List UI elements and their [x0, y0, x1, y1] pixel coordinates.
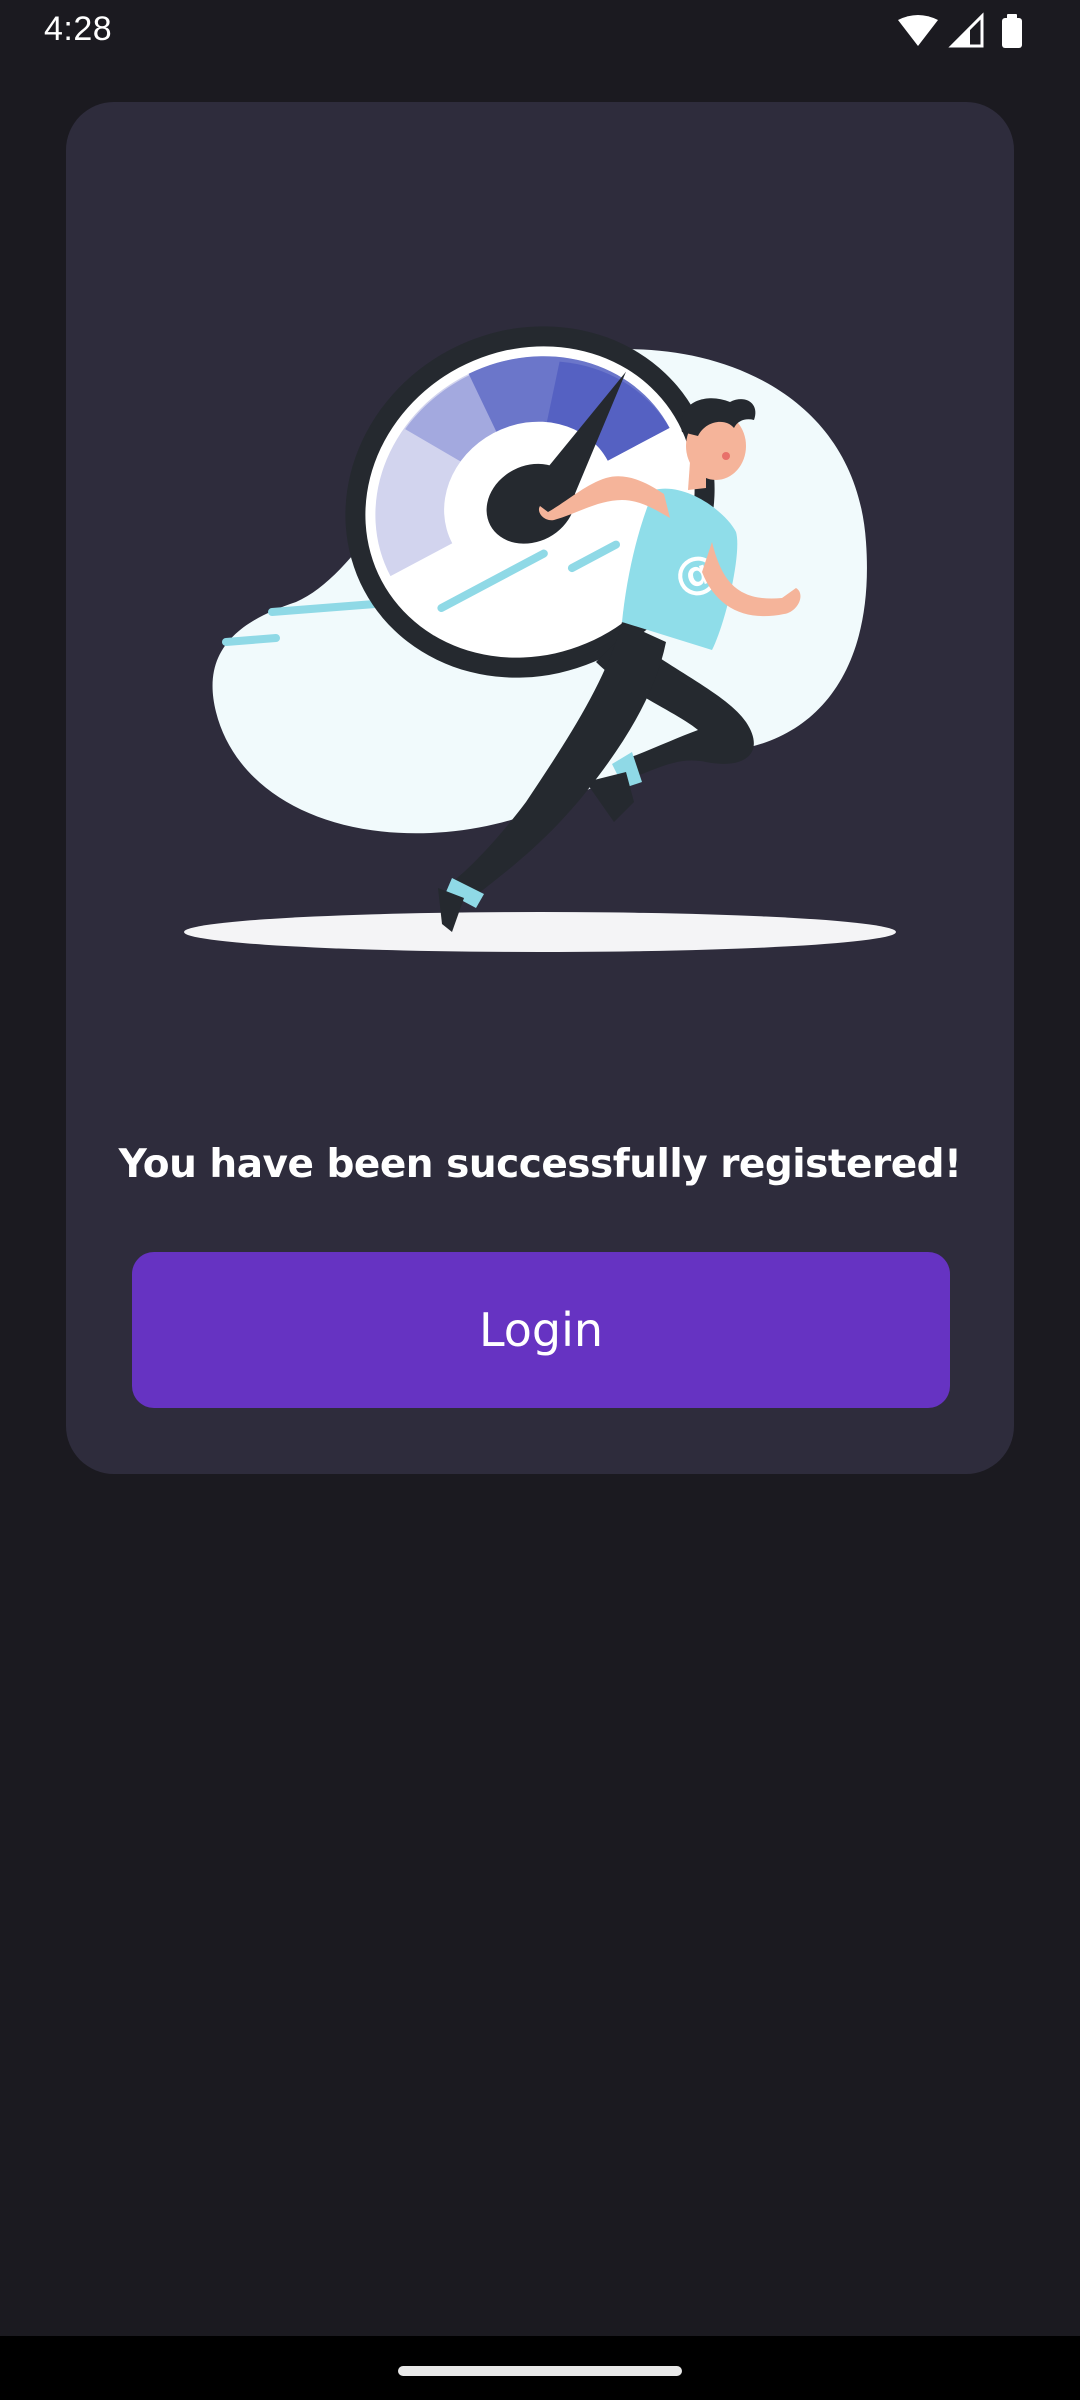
- ground-shadow: [184, 912, 896, 952]
- battery-icon: [1002, 14, 1022, 48]
- status-icons: [898, 12, 1022, 48]
- speedometer-runner-illustration: @: [184, 326, 896, 952]
- success-message: You have been successfully registered!: [118, 1142, 962, 1187]
- registration-success-screen: 4:28 @ You have been successfully regist…: [0, 0, 1080, 2400]
- status-time: 4:28: [44, 10, 113, 48]
- home-indicator[interactable]: [398, 2366, 682, 2376]
- status-bar: 4:28: [0, 0, 1080, 64]
- navigation-bar: [0, 2336, 1080, 2400]
- success-card: @ You have been successfully registered!…: [66, 102, 1014, 1474]
- login-button[interactable]: Login: [132, 1252, 950, 1408]
- cell-signal-icon: [948, 12, 984, 48]
- wifi-icon: [898, 15, 938, 46]
